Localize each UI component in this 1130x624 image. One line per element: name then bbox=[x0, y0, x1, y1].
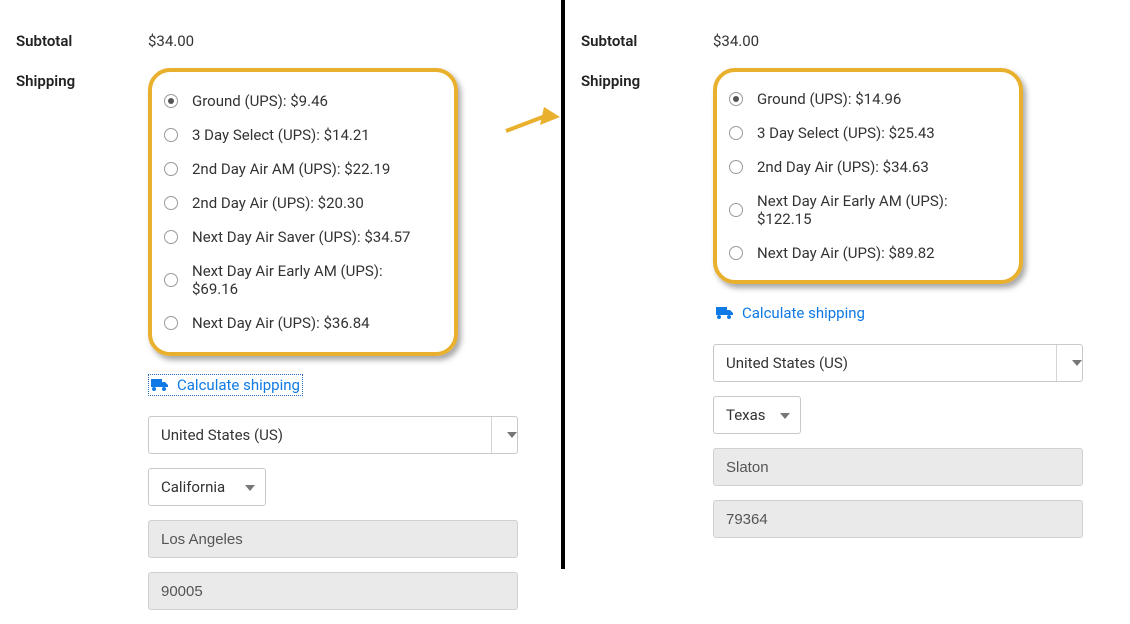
shipping-option[interactable]: Ground (UPS): $9.46 bbox=[160, 84, 434, 118]
zip-input[interactable] bbox=[713, 500, 1083, 538]
subtotal-value: $34.00 bbox=[148, 28, 545, 50]
shipping-option-label: Ground (UPS): $14.96 bbox=[757, 90, 901, 108]
shipping-radio[interactable] bbox=[164, 196, 178, 210]
shipping-row: Shipping Ground (UPS): $9.46 3 Day Select… bbox=[16, 68, 545, 624]
state-select[interactable]: Texas bbox=[713, 396, 801, 434]
shipping-option-label: 2nd Day Air (UPS): $20.30 bbox=[192, 194, 364, 212]
zip-field[interactable] bbox=[726, 511, 1070, 528]
subtotal-row: Subtotal $34.00 bbox=[581, 28, 1114, 50]
calculate-shipping-link[interactable]: Calculate shipping bbox=[713, 302, 868, 324]
shipping-label: Shipping bbox=[581, 68, 713, 90]
shipping-option[interactable]: Next Day Air Early AM (UPS): $122.15 bbox=[725, 184, 999, 236]
country-select[interactable]: United States (US) bbox=[148, 416, 518, 454]
shipping-radio[interactable] bbox=[164, 230, 178, 244]
panel-left: Subtotal $34.00 Shipping Ground (UPS): $… bbox=[0, 0, 565, 569]
shipping-options: Ground (UPS): $9.46 3 Day Select (UPS): $… bbox=[160, 84, 434, 340]
shipping-options-callout: Ground (UPS): $14.96 3 Day Select (UPS): … bbox=[713, 68, 1023, 284]
shipping-option[interactable]: Next Day Air Saver (UPS): $34.57 bbox=[160, 220, 434, 254]
shipping-option-label: Next Day Air (UPS): $89.82 bbox=[757, 244, 935, 262]
state-value: Texas bbox=[726, 406, 766, 424]
shipping-radio[interactable] bbox=[164, 94, 178, 108]
shipping-radio[interactable] bbox=[164, 162, 178, 176]
country-select[interactable]: United States (US) bbox=[713, 344, 1083, 382]
shipping-option-label: Next Day Air Early AM (UPS): $69.16 bbox=[192, 262, 430, 298]
shipping-option-label: 3 Day Select (UPS): $14.21 bbox=[192, 126, 370, 144]
shipping-option-label: Next Day Air Early AM (UPS): $122.15 bbox=[757, 192, 995, 228]
city-field[interactable] bbox=[726, 459, 1070, 476]
subtotal-label: Subtotal bbox=[581, 28, 713, 50]
shipping-option-label: Ground (UPS): $9.46 bbox=[192, 92, 328, 110]
shipping-radio[interactable] bbox=[729, 246, 743, 260]
subtotal-value: $34.00 bbox=[713, 28, 1114, 50]
calculate-shipping-text: Calculate shipping bbox=[177, 376, 300, 394]
shipping-label: Shipping bbox=[16, 68, 148, 90]
dropdown-caret-icon bbox=[245, 485, 255, 491]
shipping-option[interactable]: Ground (UPS): $14.96 bbox=[725, 82, 999, 116]
shipping-option[interactable]: 3 Day Select (UPS): $25.43 bbox=[725, 116, 999, 150]
city-input[interactable] bbox=[148, 520, 518, 558]
state-value: California bbox=[161, 478, 225, 496]
shipping-option[interactable]: 3 Day Select (UPS): $14.21 bbox=[160, 118, 434, 152]
truck-icon bbox=[151, 378, 169, 392]
shipping-option-label: 2nd Day Air AM (UPS): $22.19 bbox=[192, 160, 390, 178]
subtotal-label: Subtotal bbox=[16, 28, 148, 50]
panel-right: Subtotal $34.00 Shipping Ground (UPS): $… bbox=[565, 0, 1130, 569]
shipping-radio[interactable] bbox=[729, 203, 743, 217]
shipping-option[interactable]: 2nd Day Air (UPS): $20.30 bbox=[160, 186, 434, 220]
country-value: United States (US) bbox=[161, 426, 283, 444]
subtotal-row: Subtotal $34.00 bbox=[16, 28, 545, 50]
shipping-option-label: Next Day Air Saver (UPS): $34.57 bbox=[192, 228, 410, 246]
city-field[interactable] bbox=[161, 531, 505, 548]
shipping-options: Ground (UPS): $14.96 3 Day Select (UPS): … bbox=[725, 82, 999, 270]
shipping-option[interactable]: 2nd Day Air AM (UPS): $22.19 bbox=[160, 152, 434, 186]
shipping-option[interactable]: 2nd Day Air (UPS): $34.63 bbox=[725, 150, 999, 184]
truck-icon bbox=[716, 306, 734, 320]
shipping-option-label: Next Day Air (UPS): $36.84 bbox=[192, 314, 370, 332]
dropdown-caret-icon bbox=[780, 413, 790, 419]
shipping-radio[interactable] bbox=[164, 128, 178, 142]
shipping-radio[interactable] bbox=[729, 126, 743, 140]
calculate-shipping-link[interactable]: Calculate shipping bbox=[148, 374, 303, 396]
shipping-radio[interactable] bbox=[729, 160, 743, 174]
shipping-option-label: 3 Day Select (UPS): $25.43 bbox=[757, 124, 935, 142]
shipping-option[interactable]: Next Day Air (UPS): $89.82 bbox=[725, 236, 999, 270]
shipping-radio[interactable] bbox=[164, 273, 178, 287]
shipping-radio[interactable] bbox=[729, 92, 743, 106]
shipping-option[interactable]: Next Day Air (UPS): $36.84 bbox=[160, 306, 434, 340]
zip-input[interactable] bbox=[148, 572, 518, 610]
dropdown-caret-icon bbox=[491, 417, 517, 453]
shipping-row: Shipping Ground (UPS): $14.96 3 Day Selec… bbox=[581, 68, 1114, 552]
city-input[interactable] bbox=[713, 448, 1083, 486]
zip-field[interactable] bbox=[161, 583, 505, 600]
country-value: United States (US) bbox=[726, 354, 848, 372]
state-select[interactable]: California bbox=[148, 468, 266, 506]
shipping-option-label: 2nd Day Air (UPS): $34.63 bbox=[757, 158, 929, 176]
shipping-option[interactable]: Next Day Air Early AM (UPS): $69.16 bbox=[160, 254, 434, 306]
dropdown-caret-icon bbox=[1056, 345, 1082, 381]
shipping-options-callout: Ground (UPS): $9.46 3 Day Select (UPS): $… bbox=[148, 68, 458, 356]
calculate-shipping-text: Calculate shipping bbox=[742, 304, 865, 322]
shipping-radio[interactable] bbox=[164, 316, 178, 330]
